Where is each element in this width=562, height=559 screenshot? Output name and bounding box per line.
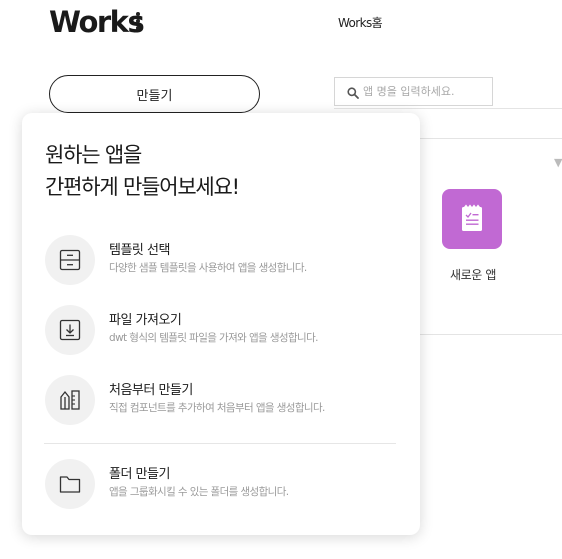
popup-title: 원하는 앱을 간편하게 만들어보세요! [45, 139, 240, 203]
app-card-label: 새로운 앱 [450, 268, 496, 282]
option-create-folder[interactable]: 폴더 만들기 앱을 그룹화시킬 수 있는 폴더를 생성합니다. [45, 459, 405, 513]
search-input[interactable] [363, 81, 489, 102]
popup-title-line1: 원하는 앱을 [45, 143, 142, 167]
option-desc: 직접 컴포넌트를 추가하여 처음부터 앱을 생성합니다. [109, 402, 325, 414]
popup-divider [44, 443, 396, 444]
build-icon [45, 375, 95, 425]
search-box[interactable] [334, 77, 493, 106]
folder-icon [45, 459, 95, 509]
document-icon [442, 189, 502, 249]
create-app-popup: 원하는 앱을 간편하게 만들어보세요! 템플릿 선택 다양한 샘플 템플릿을 사… [22, 113, 420, 535]
template-icon [45, 235, 95, 285]
option-title: 파일 가져오기 [109, 313, 182, 328]
pin-icon[interactable]: ▼ [554, 156, 562, 169]
option-title: 템플릿 선택 [109, 243, 170, 258]
option-template[interactable]: 템플릿 선택 다양한 샘플 템플릿을 사용하여 앱을 생성합니다. [45, 235, 405, 289]
make-button[interactable]: 만들기 [49, 75, 260, 113]
popup-title-line2: 간편하게 만들어보세요! [45, 175, 240, 199]
app-title: Works [49, 5, 145, 39]
option-build-from-scratch[interactable]: 처음부터 만들기 직접 컴포넌트를 추가하여 처음부터 앱을 생성합니다. [45, 375, 405, 429]
content-divider-top [420, 138, 562, 139]
more-menu-icon[interactable] [134, 12, 142, 32]
breadcrumb[interactable]: Works홈 [338, 14, 383, 31]
option-desc: 다양한 샘플 템플릿을 사용하여 앱을 생성합니다. [109, 262, 307, 274]
import-icon [45, 305, 95, 355]
content-divider-bottom [420, 334, 562, 335]
option-title: 폴더 만들기 [109, 467, 170, 482]
search-icon [347, 87, 359, 99]
option-import-file[interactable]: 파일 가져오기 dwt 형식의 템플릿 파일을 가져와 앱을 생성합니다. [45, 305, 405, 359]
page: Works Works홈 만들기 ▼ 새로운 앱 원하는 앱을 [0, 0, 562, 559]
option-title: 처음부터 만들기 [109, 383, 193, 398]
app-card-new-app[interactable]: 새로운 앱 [442, 189, 504, 283]
header-divider [334, 108, 562, 109]
option-desc: 앱을 그룹화시킬 수 있는 폴더를 생성합니다. [109, 486, 289, 498]
option-desc: dwt 형식의 템플릿 파일을 가져와 앱을 생성합니다. [109, 332, 318, 344]
